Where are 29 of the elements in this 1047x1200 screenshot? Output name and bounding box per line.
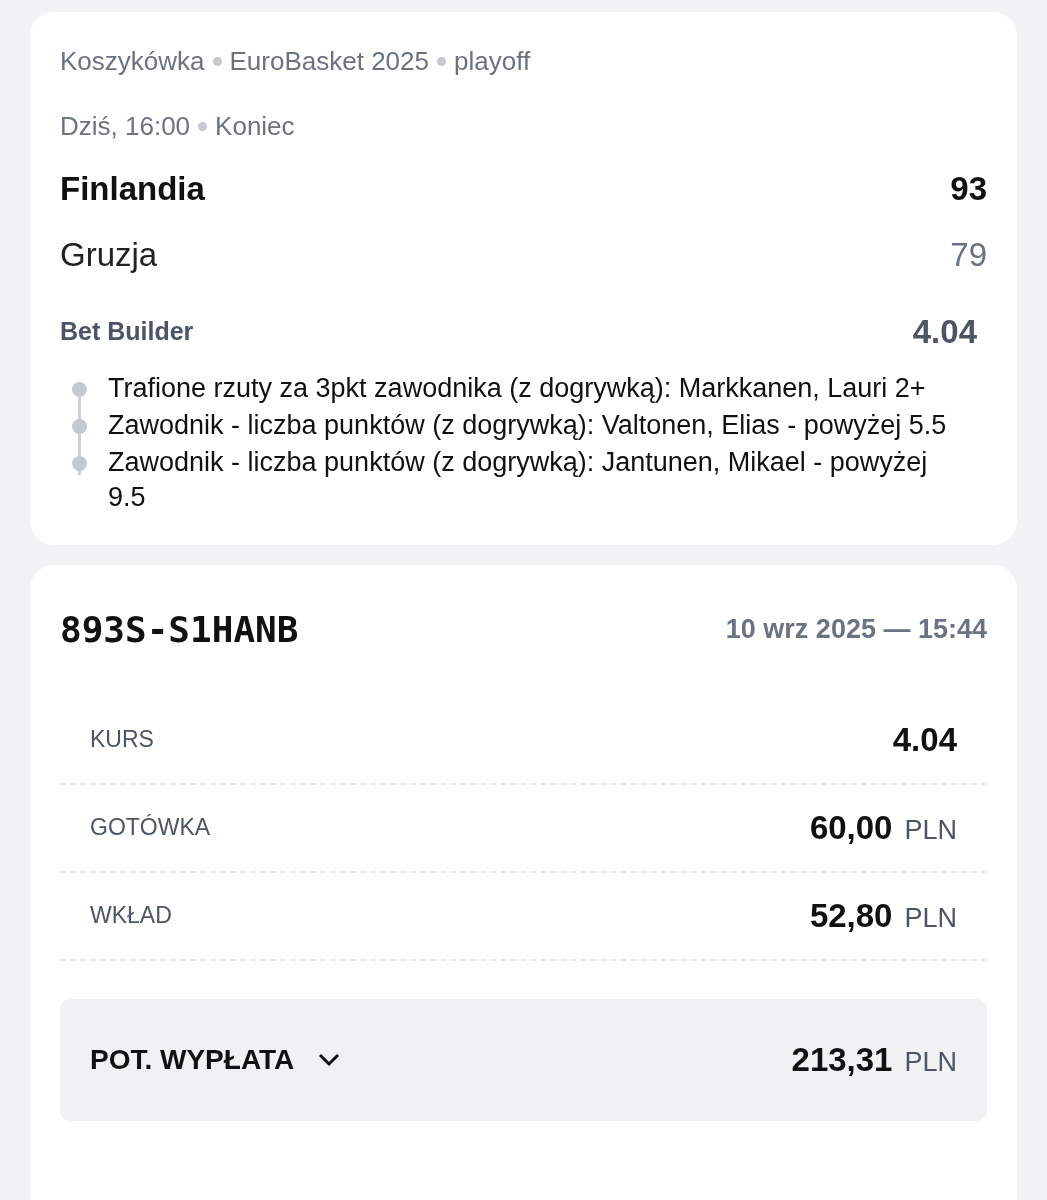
payout-label: POT. WYPŁATA bbox=[90, 1042, 295, 1077]
ticket-date: 10 wrz 2025 — 15:44 bbox=[725, 613, 987, 647]
bet-selection-text: Zawodnik - liczba punktów (z dogrywką): Valtonen, Elias - powyżej 5.5 bbox=[108, 408, 948, 442]
currency-text: PLN bbox=[904, 1045, 957, 1079]
row-value: 4.04 bbox=[892, 719, 957, 760]
match-status-text: Dziś, 16:00 bbox=[60, 110, 191, 143]
team-name: Finlandia bbox=[60, 169, 205, 209]
breadcrumb-text: playoff bbox=[453, 45, 531, 78]
bet-odds: 4.04 bbox=[912, 312, 977, 352]
team-name: Gruzja bbox=[60, 234, 158, 275]
chevron-icon[interactable] bbox=[318, 1052, 341, 1067]
row-label: WKŁAD bbox=[90, 901, 172, 931]
bet-type-label: Bet Builder bbox=[60, 316, 194, 347]
row-value: 52,80 bbox=[809, 895, 893, 936]
row-label: KURS bbox=[90, 725, 154, 755]
row-label: GOTÓWKA bbox=[90, 813, 211, 843]
currency-text: PLN bbox=[904, 901, 957, 935]
breadcrumb-text: EuroBasket 2025 bbox=[229, 45, 429, 78]
breadcrumb-text: Koszykówka bbox=[60, 45, 205, 78]
bet-selection-text: Zawodnik - liczba punktów (z dogrywką): Jantunen, Mikael - powyżej 9.5 bbox=[108, 445, 929, 514]
payout-value: 213,31 bbox=[791, 1039, 893, 1080]
row-value: 60,00 bbox=[809, 807, 893, 848]
bet-selection-text: Trafione rzuty za 3pkt zawodnika (z dogrywką): Markkanen, Lauri 2+ bbox=[108, 371, 927, 405]
team-score: 93 bbox=[950, 169, 987, 209]
currency-text: PLN bbox=[904, 813, 957, 847]
ticket-code: 893S-S1HANB bbox=[60, 607, 299, 652]
payout-panel[interactable]: POT. WYPŁATA 213,31 PLN bbox=[60, 998, 987, 1121]
match-status-text: Koniec bbox=[215, 110, 295, 143]
team-score: 79 bbox=[950, 234, 987, 275]
